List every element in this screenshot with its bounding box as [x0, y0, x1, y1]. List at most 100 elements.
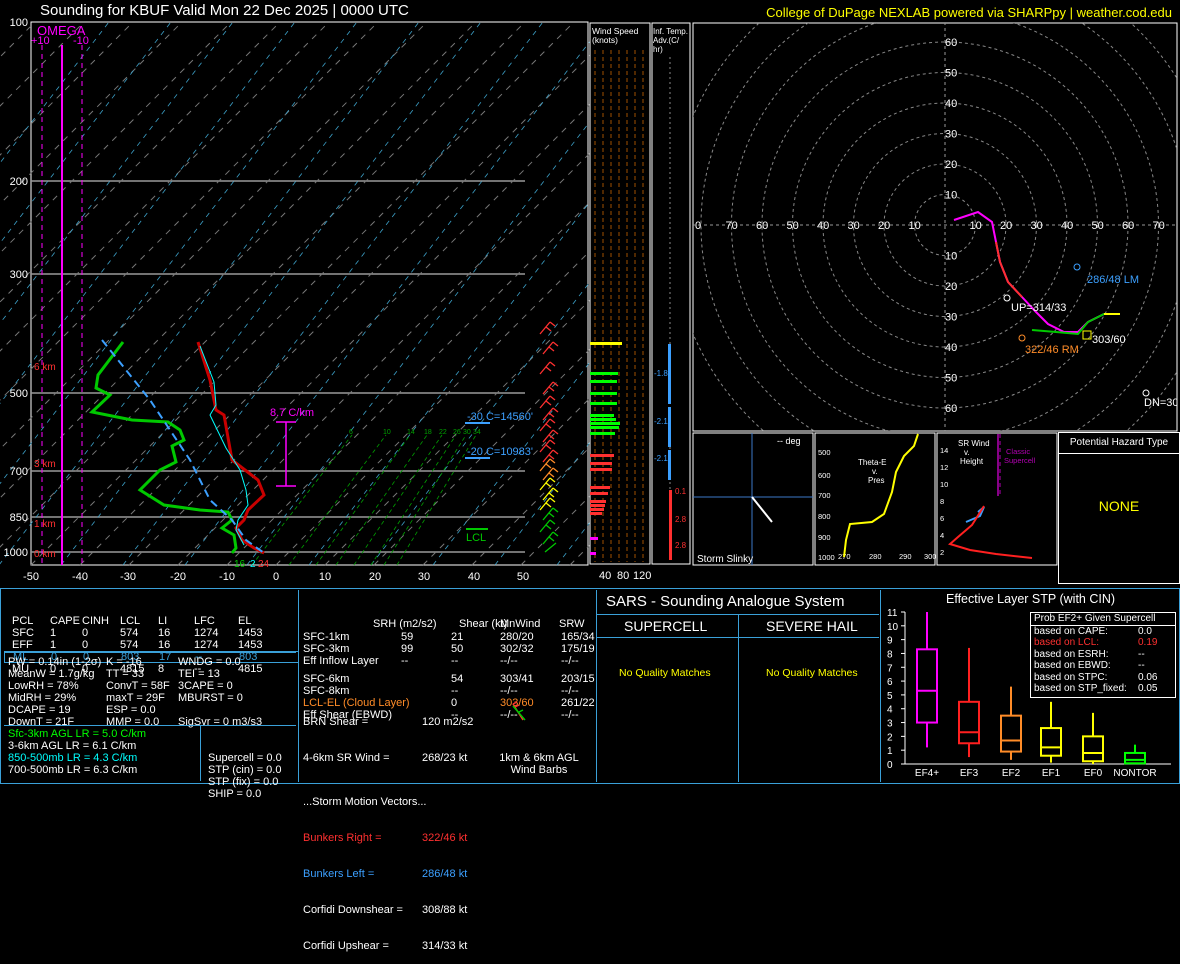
stp-box: [1000, 686, 1022, 760]
hazard-value: NONE: [1098, 498, 1140, 514]
ws-tick-40: 40: [599, 570, 611, 582]
agl-barbs: [512, 701, 526, 721]
hodo-label: 10: [945, 251, 957, 263]
sfc-dewpoint: 16: [234, 559, 246, 570]
lapse-rate-label: 8.7 C/km: [270, 407, 314, 419]
divider: [298, 590, 299, 782]
wind-barb: [539, 395, 556, 409]
srwind-title-1: SR Wind: [958, 439, 990, 448]
hodo-label: 60: [1122, 220, 1134, 232]
temperature-label: -20: [170, 571, 186, 583]
wetbulb-20-label: -20 C=10983': [467, 446, 533, 458]
mixing-ratio-label: 10: [383, 429, 391, 436]
pressure-labels: 100 200 300 500 700 850 1000: [4, 17, 28, 559]
moist-adiabat: [122, 21, 544, 566]
wind-speed-bar: [590, 392, 617, 395]
prob-row: based on EBWD: --: [1034, 660, 1145, 671]
adv-val-3: -2.1: [654, 454, 668, 463]
adv-bar-4: [669, 490, 672, 560]
stp-box-body: [958, 700, 980, 745]
wind-speed-bar: [590, 454, 614, 457]
wind-speed-gridlines: [594, 50, 644, 562]
hodo-label: 70: [726, 220, 738, 232]
lapse-rate-row: 850-500mb LR = 4.3 C/km: [8, 752, 138, 764]
isotherm: [471, 446, 590, 566]
svg-text:2: 2: [940, 548, 944, 557]
wind-barb: [539, 418, 556, 432]
svg-text:8: 8: [940, 497, 944, 506]
wind-barb: [542, 341, 559, 355]
wind-speed-bar: [590, 500, 606, 503]
stp-y-label: 4: [887, 705, 893, 716]
theta-title-1: Theta-E: [858, 458, 886, 467]
kinematic-extra: BRN Shear = 4-6km SR Wind = ...Storm Mot…: [303, 716, 427, 952]
stp-x-label: EF4+: [915, 768, 939, 779]
theta-e-profile: [843, 433, 919, 558]
wind-speed-bar: [590, 468, 612, 471]
omega-left: +10: [31, 35, 50, 47]
hodo-up-label: UP=314/33: [1011, 302, 1066, 314]
hodo-label: 20: [878, 220, 890, 232]
pressure-label: 500: [10, 388, 28, 400]
hodo-rm-label: 322/46 RM: [1025, 344, 1079, 356]
mixing-ratio-label: 34: [473, 429, 481, 436]
adv-val-2: -2.1: [654, 417, 668, 426]
wind-barb: [542, 381, 559, 395]
isotherm: [0, 21, 477, 499]
sars-hail: SEVERE HAIL: [766, 618, 858, 634]
index-row: PW = 0.14in (1-2σ) K = -16 WNDG = 0.0: [8, 656, 241, 668]
kinematic-header: SRH (m2/s2) Shear (kt) MnWind SRW: [373, 618, 585, 630]
stp-box: [916, 612, 938, 748]
hodo-label: 20: [1000, 220, 1012, 232]
height-6km: 6 km: [34, 362, 56, 373]
stp-x-labels: EF4+ EF3 EF2 EF1 EF0 NONTOR: [915, 768, 1157, 779]
moist-adiabat: [60, 21, 482, 566]
hodo-label: 10: [970, 220, 982, 232]
stp-y-label: 6: [887, 677, 893, 688]
hodo-label: 50: [1092, 220, 1104, 232]
lcl-marker: LCL: [466, 528, 488, 544]
stp-y-label: 3: [887, 719, 893, 730]
omega-right: -10: [73, 35, 89, 47]
mixing-ratio-label: 26: [453, 429, 461, 436]
lapse-rate-bracket: 8.7 C/km: [270, 407, 314, 487]
skewt-grid: [0, 21, 590, 566]
omega-profile: OMEGA +10 -10: [31, 23, 89, 565]
adv-val-6: 2.8: [675, 541, 687, 550]
hazard-panel: Potential Hazard Type NONE: [1058, 432, 1180, 584]
height-3km: 3 km: [34, 459, 56, 470]
stp-y-label: 1: [887, 746, 893, 757]
wind-barb: [542, 531, 559, 545]
stp-x-label: EF2: [1002, 768, 1021, 779]
prob-row: based on CAPE: 0.0: [1034, 625, 1152, 637]
pressure-label: 100: [10, 17, 28, 29]
svg-text:12: 12: [940, 463, 948, 472]
adv-val-4: 0.1: [675, 487, 687, 496]
stp-y-label: 8: [887, 649, 893, 660]
isotherm: [422, 397, 590, 566]
lapse-rate-row: 700-500mb LR = 6.3 C/km: [8, 764, 138, 776]
storm-slinky-panel: -- deg Storm Slinky: [692, 432, 814, 566]
srwind-profile: [947, 505, 1033, 559]
sfc-wetbulb: 2: [250, 559, 256, 570]
stp-y-label: 2: [887, 732, 893, 743]
wind-speed-bar: [590, 486, 610, 489]
hazard-title: Potential Hazard Type: [1059, 433, 1179, 454]
hodo-label: 10: [945, 190, 957, 202]
stp-y-label: 10: [887, 622, 899, 633]
credit-text: College of DuPage NEXLAB powered via SHA…: [766, 5, 1172, 20]
hodo-dn-marker: [1142, 389, 1150, 397]
hodo-mean-marker: [1082, 330, 1092, 340]
svg-text:600: 600: [818, 471, 831, 480]
slinky-label: Storm Slinky: [697, 554, 753, 565]
index-row: DCAPE = 19 ESP = 0.0: [8, 704, 156, 716]
indices-table: PW = 0.14in (1-2σ) K = -16 WNDG = 0.0 MeanW…: [8, 656, 293, 728]
wind-barb: [539, 361, 556, 375]
mixing-ratio-line: [353, 434, 443, 566]
stp-prob-box: Prob EF2+ Given Supercell based on CAPE:…: [1030, 612, 1176, 698]
temperature-label: -10: [219, 571, 235, 583]
stp-y-label: 5: [887, 691, 893, 702]
adv-bar-3: [668, 450, 671, 480]
sr-wind-panel: 14 12 10 8 6 4 2 SR Wind v. Height Class…: [936, 432, 1058, 566]
stp-box: [1082, 712, 1104, 764]
